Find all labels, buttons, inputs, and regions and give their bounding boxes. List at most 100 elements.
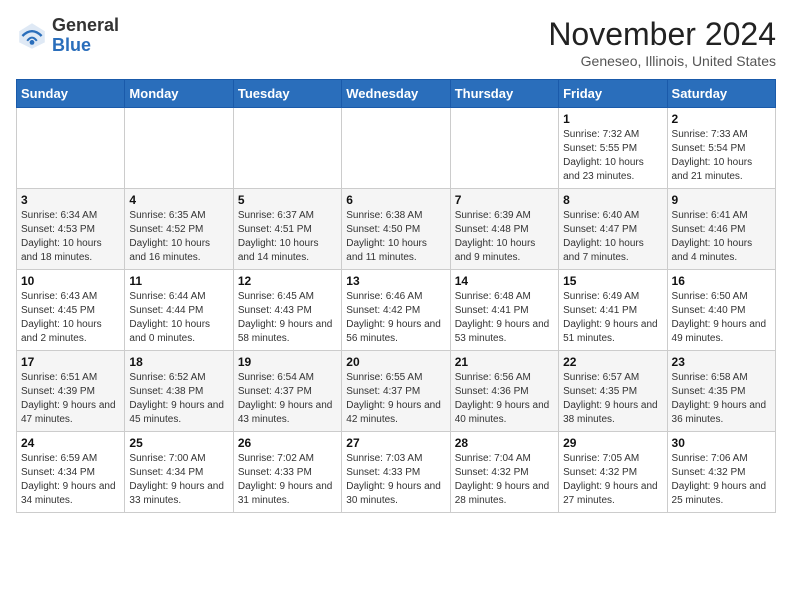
day-info: Sunrise: 6:54 AM Sunset: 4:37 PM Dayligh… [238,371,337,427]
calendar-table: SundayMondayTuesdayWednesdayThursdayFrid… [16,79,776,513]
calendar-cell: 7Sunrise: 6:39 AM Sunset: 4:48 PM Daylig… [450,189,558,270]
day-info: Sunrise: 7:06 AM Sunset: 4:32 PM Dayligh… [672,452,771,508]
day-number: 19 [238,355,337,369]
day-info: Sunrise: 6:48 AM Sunset: 4:41 PM Dayligh… [455,290,554,346]
header-row: SundayMondayTuesdayWednesdayThursdayFrid… [17,80,776,108]
day-number: 29 [563,436,662,450]
day-info: Sunrise: 6:49 AM Sunset: 4:41 PM Dayligh… [563,290,662,346]
calendar-cell: 25 Sunrise: 7:00 AM Sunset: 4:34 PM Dayli… [125,432,233,513]
calendar-cell [17,108,125,189]
calendar-cell: 9 Sunrise: 6:41 AM Sunset: 4:46 PM Daylig… [667,189,775,270]
weekday-header: Wednesday [342,80,450,108]
month-title: November 2024 [548,16,776,53]
calendar-cell: 13 Sunrise: 6:46 AM Sunset: 4:42 PM Dayli… [342,270,450,351]
calendar-cell: 24Sunrise: 6:59 AM Sunset: 4:34 PM Dayli… [17,432,125,513]
day-number: 5 [238,193,337,207]
day-info: Sunrise: 6:50 AM Sunset: 4:40 PM Dayligh… [672,290,771,346]
calendar-cell: 16 Sunrise: 6:50 AM Sunset: 4:40 PM Dayli… [667,270,775,351]
day-number: 3 [21,193,120,207]
day-info: Sunrise: 7:05 AM Sunset: 4:32 PM Dayligh… [563,452,662,508]
day-info: Sunrise: 6:57 AM Sunset: 4:35 PM Dayligh… [563,371,662,427]
day-info: Sunrise: 6:46 AM Sunset: 4:42 PM Dayligh… [346,290,445,346]
day-info: Sunrise: 7:04 AM Sunset: 4:32 PM Dayligh… [455,452,554,508]
day-info: Sunrise: 6:56 AM Sunset: 4:36 PM Dayligh… [455,371,554,427]
day-number: 27 [346,436,445,450]
day-info: Sunrise: 6:44 AM Sunset: 4:44 PM Dayligh… [129,290,228,346]
calendar-cell: 21 Sunrise: 6:56 AM Sunset: 4:36 PM Dayli… [450,351,558,432]
calendar-cell: 15 Sunrise: 6:49 AM Sunset: 4:41 PM Dayli… [559,270,667,351]
calendar-cell: 6Sunrise: 6:38 AM Sunset: 4:50 PM Daylig… [342,189,450,270]
calendar-cell: 29 Sunrise: 7:05 AM Sunset: 4:32 PM Dayli… [559,432,667,513]
weekday-header: Tuesday [233,80,341,108]
calendar-cell: 11 Sunrise: 6:44 AM Sunset: 4:44 PM Dayli… [125,270,233,351]
page-header: General Blue November 2024 Geneseo, Illi… [16,16,776,69]
day-number: 7 [455,193,554,207]
calendar-cell [450,108,558,189]
day-number: 18 [129,355,228,369]
day-number: 30 [672,436,771,450]
day-info: Sunrise: 6:55 AM Sunset: 4:37 PM Dayligh… [346,371,445,427]
day-number: 4 [129,193,228,207]
day-number: 10 [21,274,120,288]
calendar-cell: 4Sunrise: 6:35 AM Sunset: 4:52 PM Daylig… [125,189,233,270]
day-info: Sunrise: 6:45 AM Sunset: 4:43 PM Dayligh… [238,290,337,346]
day-number: 16 [672,274,771,288]
day-info: Sunrise: 6:41 AM Sunset: 4:46 PM Dayligh… [672,209,771,265]
logo: General Blue [16,16,119,56]
weekday-header: Thursday [450,80,558,108]
calendar-cell: 3 Sunrise: 6:34 AM Sunset: 4:53 PM Daylig… [17,189,125,270]
calendar-cell: 26 Sunrise: 7:02 AM Sunset: 4:33 PM Dayli… [233,432,341,513]
weekday-header: Friday [559,80,667,108]
day-info: Sunrise: 7:00 AM Sunset: 4:34 PM Dayligh… [129,452,228,508]
day-number: 26 [238,436,337,450]
day-number: 11 [129,274,228,288]
day-number: 13 [346,274,445,288]
day-info: Sunrise: 6:52 AM Sunset: 4:38 PM Dayligh… [129,371,228,427]
day-info: Sunrise: 7:03 AM Sunset: 4:33 PM Dayligh… [346,452,445,508]
calendar-cell: 14Sunrise: 6:48 AM Sunset: 4:41 PM Dayli… [450,270,558,351]
day-number: 9 [672,193,771,207]
calendar-cell: 30 Sunrise: 7:06 AM Sunset: 4:32 PM Dayli… [667,432,775,513]
day-info: Sunrise: 6:37 AM Sunset: 4:51 PM Dayligh… [238,209,337,265]
calendar-cell: 27 Sunrise: 7:03 AM Sunset: 4:33 PM Dayli… [342,432,450,513]
day-number: 21 [455,355,554,369]
logo-icon [16,20,48,52]
calendar-cell: 12 Sunrise: 6:45 AM Sunset: 4:43 PM Dayli… [233,270,341,351]
calendar-cell: 20 Sunrise: 6:55 AM Sunset: 4:37 PM Dayli… [342,351,450,432]
day-number: 12 [238,274,337,288]
weekday-header: Monday [125,80,233,108]
day-number: 2 [672,112,771,126]
calendar-cell: 1 Sunrise: 7:32 AM Sunset: 5:55 PM Daylig… [559,108,667,189]
day-info: Sunrise: 6:40 AM Sunset: 4:47 PM Dayligh… [563,209,662,265]
logo-text: General Blue [52,16,119,56]
calendar-week-row: 17Sunrise: 6:51 AM Sunset: 4:39 PM Dayli… [17,351,776,432]
day-number: 22 [563,355,662,369]
day-info: Sunrise: 6:34 AM Sunset: 4:53 PM Dayligh… [21,209,120,265]
calendar-cell [342,108,450,189]
day-number: 25 [129,436,228,450]
calendar-cell: 28Sunrise: 7:04 AM Sunset: 4:32 PM Dayli… [450,432,558,513]
day-number: 20 [346,355,445,369]
calendar-cell: 18 Sunrise: 6:52 AM Sunset: 4:38 PM Dayli… [125,351,233,432]
day-number: 23 [672,355,771,369]
calendar-cell [233,108,341,189]
day-number: 15 [563,274,662,288]
calendar-cell: 2 Sunrise: 7:33 AM Sunset: 5:54 PM Daylig… [667,108,775,189]
day-info: Sunrise: 6:43 AM Sunset: 4:45 PM Dayligh… [21,290,120,346]
weekday-header: Saturday [667,80,775,108]
calendar-cell [125,108,233,189]
day-info: Sunrise: 7:02 AM Sunset: 4:33 PM Dayligh… [238,452,337,508]
day-info: Sunrise: 6:38 AM Sunset: 4:50 PM Dayligh… [346,209,445,265]
calendar-week-row: 3 Sunrise: 6:34 AM Sunset: 4:53 PM Daylig… [17,189,776,270]
weekday-header: Sunday [17,80,125,108]
calendar-cell: 23Sunrise: 6:58 AM Sunset: 4:35 PM Dayli… [667,351,775,432]
calendar-cell: 19 Sunrise: 6:54 AM Sunset: 4:37 PM Dayli… [233,351,341,432]
calendar-week-row: 1 Sunrise: 7:32 AM Sunset: 5:55 PM Daylig… [17,108,776,189]
day-info: Sunrise: 7:32 AM Sunset: 5:55 PM Dayligh… [563,128,662,184]
day-number: 8 [563,193,662,207]
calendar-cell: 8 Sunrise: 6:40 AM Sunset: 4:47 PM Daylig… [559,189,667,270]
calendar-cell: 22 Sunrise: 6:57 AM Sunset: 4:35 PM Dayli… [559,351,667,432]
day-info: Sunrise: 7:33 AM Sunset: 5:54 PM Dayligh… [672,128,771,184]
day-info: Sunrise: 6:59 AM Sunset: 4:34 PM Dayligh… [21,452,120,508]
day-number: 1 [563,112,662,126]
